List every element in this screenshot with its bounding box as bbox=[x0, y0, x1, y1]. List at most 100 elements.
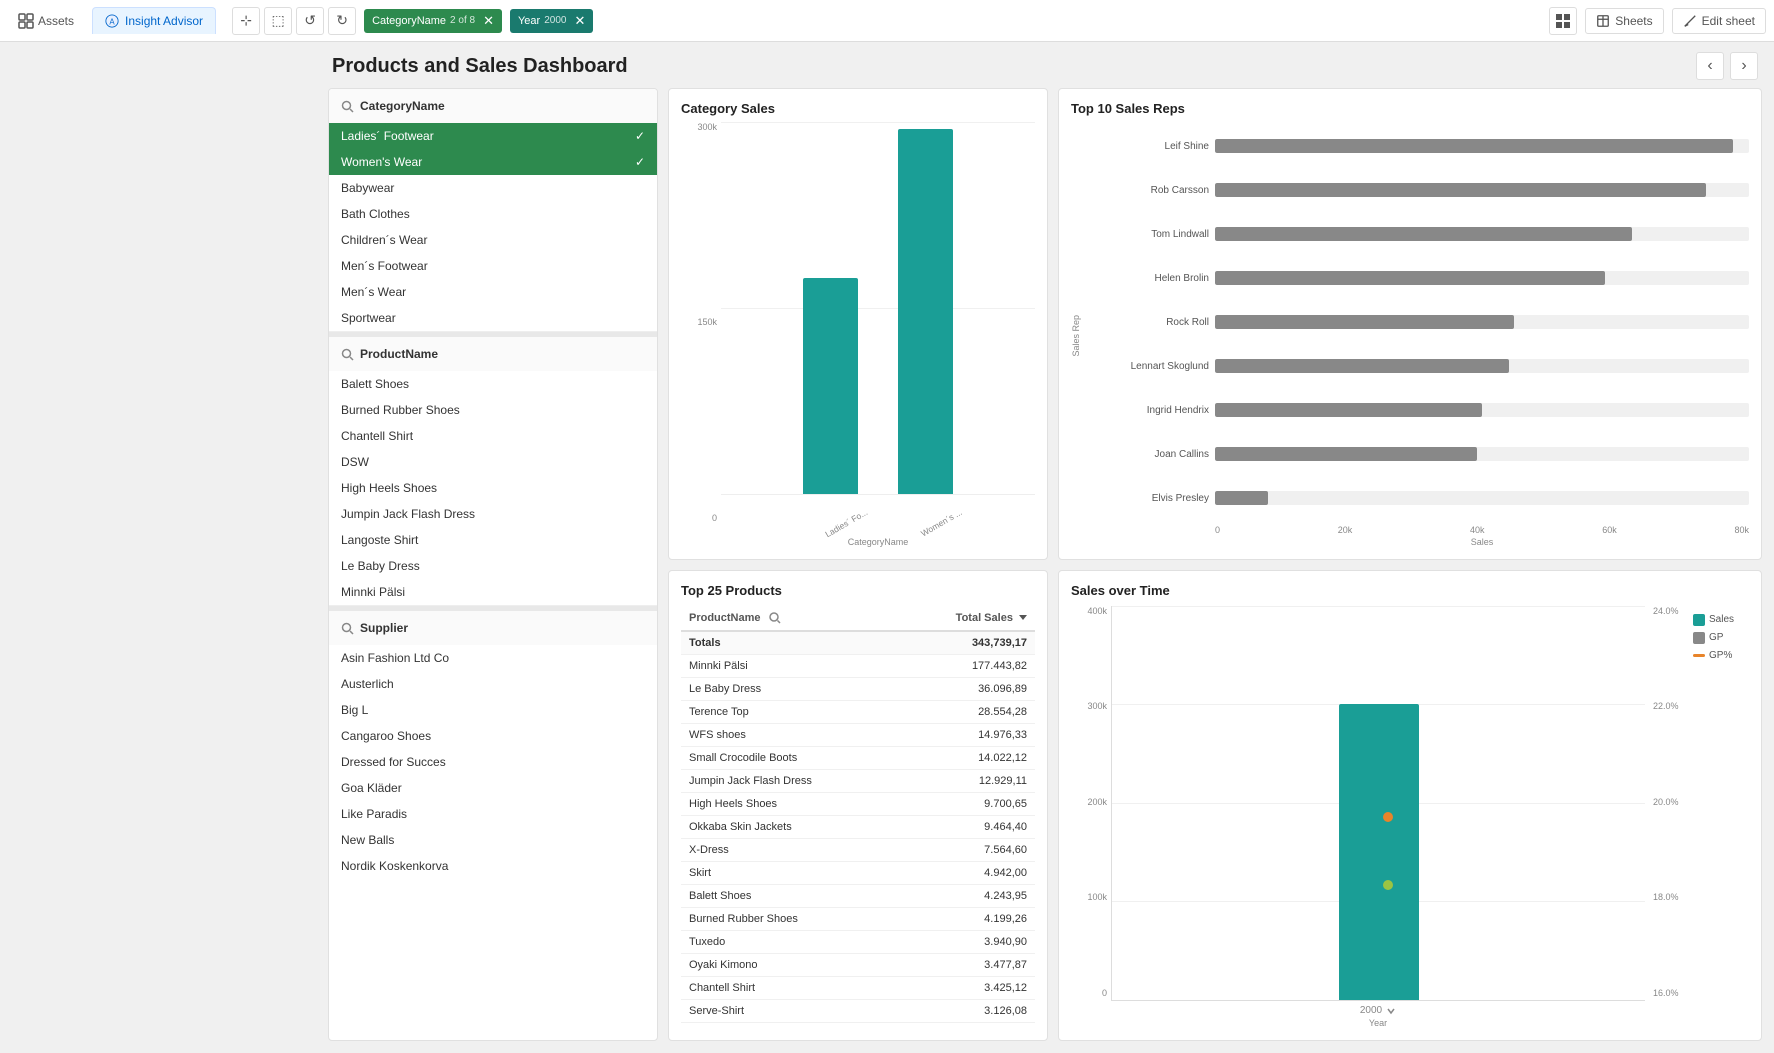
prev-sheet-button[interactable]: ‹ bbox=[1696, 52, 1724, 80]
filter-bath-clothes[interactable]: Bath Clothes bbox=[329, 201, 657, 227]
legend-sales: Sales bbox=[1693, 614, 1745, 626]
filter-mens-footwear[interactable]: Men´s Footwear bbox=[329, 253, 657, 279]
bar-womens bbox=[898, 129, 953, 493]
bar-row-leif: Leif Shine bbox=[1089, 139, 1749, 153]
bar-track-3 bbox=[1215, 271, 1749, 285]
sales-time-title: Sales over Time bbox=[1071, 583, 1749, 598]
bar-ladies bbox=[803, 278, 858, 493]
filter-panel-main: CategoryName Ladies´ Footwear✓ Women's W… bbox=[328, 88, 658, 1041]
category-chip[interactable]: CategoryName 2 of 8 ✕ bbox=[364, 9, 502, 33]
sheets-button[interactable]: Sheets bbox=[1585, 8, 1663, 34]
nav-buttons: ‹ › bbox=[1696, 52, 1758, 80]
redo-tool[interactable]: ↻ bbox=[328, 7, 356, 35]
filter-p5[interactable]: Jumpin Jack Flash Dress bbox=[329, 501, 657, 527]
year-dropdown-icon[interactable] bbox=[1386, 1006, 1396, 1016]
product-header: ProductName bbox=[329, 337, 657, 371]
year-chip[interactable]: Year 2000 ✕ bbox=[510, 9, 593, 33]
table-row: Serve-Shirt3.126,08 bbox=[681, 999, 1035, 1022]
lasso-tool[interactable]: ⬚ bbox=[264, 7, 292, 35]
chip1-label: CategoryName bbox=[372, 15, 446, 27]
filter-s4[interactable]: Dressed for Succes bbox=[329, 749, 657, 775]
filter-childrens-wear[interactable]: Children´s Wear bbox=[329, 227, 657, 253]
product-search-icon bbox=[341, 348, 354, 361]
col-totalsales: Total Sales bbox=[898, 606, 1035, 631]
y-left-axis: 400k 300k 200k 100k 0 bbox=[1071, 606, 1107, 1029]
filter-s8[interactable]: Nordik Koskenkorva bbox=[329, 853, 657, 879]
filter-s5[interactable]: Goa Kläder bbox=[329, 775, 657, 801]
table-row: Minnki Pälsi177.443,82 bbox=[681, 654, 1035, 677]
chip2-close[interactable]: ✕ bbox=[574, 13, 585, 29]
filter-s3[interactable]: Cangaroo Shoes bbox=[329, 723, 657, 749]
table-row: Jumpin Jack Flash Dress12.929,11 bbox=[681, 769, 1035, 792]
filter-p1[interactable]: Burned Rubber Shoes bbox=[329, 397, 657, 423]
bar-track-2 bbox=[1215, 227, 1749, 241]
bar-fill-3 bbox=[1215, 271, 1605, 285]
top25-title: Top 25 Products bbox=[681, 583, 1035, 598]
edit-sheet-button[interactable]: Edit sheet bbox=[1672, 8, 1766, 34]
dashboard-title: Products and Sales Dashboard bbox=[332, 55, 628, 78]
table-row: X-Dress7.564,60 bbox=[681, 838, 1035, 861]
search-col-icon[interactable] bbox=[768, 611, 782, 625]
filter-s7[interactable]: New Balls bbox=[329, 827, 657, 853]
category-filter-items: Ladies´ Footwear✓ Women's Wear✓ Babywear… bbox=[329, 123, 657, 331]
chip2-label: Year bbox=[518, 15, 540, 27]
assets-button[interactable]: Assets bbox=[8, 7, 84, 35]
filter-mens-wear[interactable]: Men´s Wear bbox=[329, 279, 657, 305]
filter-ladies-footwear[interactable]: Ladies´ Footwear✓ bbox=[329, 123, 657, 149]
legend-gp-color bbox=[1693, 632, 1705, 644]
filter-s0[interactable]: Asin Fashion Ltd Co bbox=[329, 645, 657, 671]
bar-row-rob: Rob Carsson bbox=[1089, 183, 1749, 197]
filter-womens-wear[interactable]: Women's Wear✓ bbox=[329, 149, 657, 175]
y-right-axis: 24.0% 22.0% 20.0% 18.0% 16.0% bbox=[1649, 606, 1685, 1029]
select-tool[interactable]: ⊹ bbox=[232, 7, 260, 35]
filter-p0[interactable]: Balett Shoes bbox=[329, 371, 657, 397]
totals-row: Totals 343,739,17 bbox=[681, 631, 1035, 655]
filter-p4[interactable]: High Heels Shoes bbox=[329, 475, 657, 501]
filter-p7[interactable]: Le Baby Dress bbox=[329, 553, 657, 579]
supplier-search-icon bbox=[341, 622, 354, 635]
category-sales-card: Category Sales 300k 150k 0 bbox=[668, 88, 1048, 560]
drag-handle-1[interactable] bbox=[329, 332, 657, 337]
legend-gp: GP bbox=[1693, 632, 1745, 644]
next-sheet-button[interactable]: › bbox=[1730, 52, 1758, 80]
category-sales-title: Category Sales bbox=[681, 101, 1035, 116]
grid-view-button[interactable] bbox=[1549, 7, 1577, 35]
tools-group: ⊹ ⬚ ↺ ↻ bbox=[232, 7, 356, 35]
filter-p3[interactable]: DSW bbox=[329, 449, 657, 475]
category-section: CategoryName Ladies´ Footwear✓ Women's W… bbox=[329, 89, 657, 332]
filter-p6[interactable]: Langoste Shirt bbox=[329, 527, 657, 553]
chip2-sub: 2000 bbox=[544, 15, 566, 26]
filter-babywear[interactable]: Babywear bbox=[329, 175, 657, 201]
bar-track-8 bbox=[1215, 491, 1749, 505]
gp-dot bbox=[1383, 812, 1393, 822]
table-row: Chantell Shirt3.425,12 bbox=[681, 976, 1035, 999]
table-row: Burned Rubber Shoes4.199,26 bbox=[681, 907, 1035, 930]
table-row: Skirt4.942,00 bbox=[681, 861, 1035, 884]
bar-row-joan: Joan Callins bbox=[1089, 447, 1749, 461]
supplier-header: Supplier bbox=[329, 611, 657, 645]
top25-table-container[interactable]: ProductName Total Sales Totals bbox=[681, 606, 1035, 1029]
bar-row-elvis: Elvis Presley bbox=[1089, 491, 1749, 505]
filter-s2[interactable]: Big L bbox=[329, 697, 657, 723]
insight-advisor-tab[interactable]: A Insight Advisor bbox=[92, 7, 216, 34]
filter-p8[interactable]: Minnki Pälsi bbox=[329, 579, 657, 605]
legend-sales-color bbox=[1693, 614, 1705, 626]
undo-tool[interactable]: ↺ bbox=[296, 7, 324, 35]
chip1-close[interactable]: ✕ bbox=[483, 13, 494, 29]
bar-fill-4 bbox=[1215, 315, 1514, 329]
bar-fill-2 bbox=[1215, 227, 1632, 241]
insight-advisor-label: Insight Advisor bbox=[125, 14, 203, 28]
top25-table: ProductName Total Sales Totals bbox=[681, 606, 1035, 1029]
filter-sportwear[interactable]: Sportwear bbox=[329, 305, 657, 331]
sort-icon bbox=[1019, 615, 1027, 620]
table-row: High Heels Shoes9.700,65 bbox=[681, 792, 1035, 815]
bar-track-6 bbox=[1215, 403, 1749, 417]
filter-p2[interactable]: Chantell Shirt bbox=[329, 423, 657, 449]
table-row: Balett Shoes4.243,95 bbox=[681, 884, 1035, 907]
table-row: Small Crocodile Boots14.022,12 bbox=[681, 746, 1035, 769]
category-search-icon bbox=[341, 100, 354, 113]
bar-track-4 bbox=[1215, 315, 1749, 329]
filter-s6[interactable]: Like Paradis bbox=[329, 801, 657, 827]
filter-s1[interactable]: Austerlich bbox=[329, 671, 657, 697]
topbar: Assets A Insight Advisor ⊹ ⬚ ↺ ↻ Categor… bbox=[0, 0, 1774, 42]
